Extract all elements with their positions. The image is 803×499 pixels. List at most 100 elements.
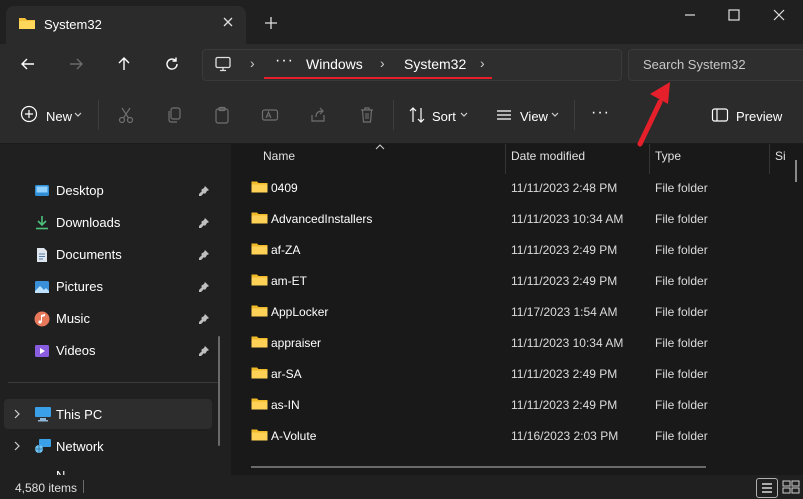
close-tab-icon[interactable]: [222, 16, 234, 28]
file-name[interactable]: appraiser: [271, 336, 321, 350]
sort-ascending-icon: [375, 144, 385, 150]
nav-label: Downloads: [56, 215, 121, 230]
back-arrow-icon[interactable]: [20, 56, 36, 72]
folder-icon: [251, 397, 268, 410]
nav-item-partial[interactable]: N...: [56, 468, 76, 475]
pin-icon[interactable]: [198, 217, 210, 229]
file-name[interactable]: as-IN: [271, 398, 300, 412]
breadcrumb-windows[interactable]: Windows: [306, 56, 363, 72]
file-name[interactable]: ar-SA: [271, 367, 302, 381]
chevron-right-icon[interactable]: ›: [250, 55, 255, 71]
file-type: File folder: [655, 398, 708, 412]
new-plus-icon[interactable]: [20, 105, 38, 123]
maximize-icon[interactable]: [727, 8, 741, 22]
annotation-underline: [264, 77, 492, 79]
file-date: 11/11/2023 2:49 PM: [511, 243, 618, 257]
column-header-date[interactable]: Date modified: [511, 149, 585, 163]
nav-label: This PC: [56, 407, 103, 422]
status-bar: [0, 475, 803, 499]
file-name[interactable]: am-ET: [271, 274, 307, 288]
pin-icon[interactable]: [198, 313, 210, 325]
preview-pane-icon[interactable]: [711, 106, 729, 124]
column-separator[interactable]: [649, 144, 650, 174]
column-header-size[interactable]: Si: [775, 149, 786, 163]
more-options-button[interactable]: ···: [591, 104, 610, 122]
tab-title: System32: [44, 17, 102, 32]
refresh-icon[interactable]: [164, 56, 180, 72]
file-name[interactable]: 0409: [271, 181, 298, 195]
chevron-right-icon[interactable]: ›: [380, 55, 385, 71]
forward-arrow-icon[interactable]: [68, 56, 84, 72]
rename-icon[interactable]: [261, 106, 279, 124]
file-date: 11/17/2023 1:54 AM: [511, 305, 618, 319]
pin-icon[interactable]: [198, 345, 210, 357]
pin-icon[interactable]: [198, 281, 210, 293]
file-date: 11/11/2023 2:49 PM: [511, 274, 618, 288]
chevron-right-icon[interactable]: [13, 409, 21, 419]
new-tab-icon[interactable]: [264, 16, 278, 30]
nav-label: Videos: [56, 343, 96, 358]
file-name[interactable]: A-Volute: [271, 429, 316, 443]
pin-icon[interactable]: [198, 249, 210, 261]
file-type: File folder: [655, 243, 708, 257]
chevron-right-icon[interactable]: ›: [480, 55, 485, 71]
preview-button[interactable]: Preview: [736, 109, 782, 124]
folder-icon: [251, 428, 268, 441]
file-name[interactable]: AdvancedInstallers: [271, 212, 372, 226]
chevron-down-icon[interactable]: [551, 112, 559, 118]
sort-icon[interactable]: [408, 106, 426, 124]
nav-label: Documents: [56, 247, 122, 262]
copy-icon[interactable]: [165, 106, 183, 124]
paste-icon[interactable]: [213, 106, 231, 124]
file-type: File folder: [655, 305, 708, 319]
nav-label: Desktop: [56, 183, 104, 198]
cut-icon[interactable]: [117, 106, 135, 124]
delete-icon[interactable]: [358, 106, 376, 124]
vertical-scrollbar[interactable]: [795, 160, 797, 182]
breadcrumb-system32[interactable]: System32: [404, 56, 466, 72]
folder-icon: [18, 16, 36, 30]
file-type: File folder: [655, 429, 708, 443]
this-pc-icon: [34, 406, 52, 422]
toolbar-separator: [393, 100, 394, 130]
folder-icon: [251, 273, 268, 286]
details-view-icon[interactable]: [756, 478, 778, 498]
view-button[interactable]: View: [520, 109, 548, 124]
download-icon: [34, 215, 50, 231]
horizontal-scrollbar[interactable]: [251, 466, 706, 468]
chevron-down-icon[interactable]: [460, 112, 468, 118]
column-header-type[interactable]: Type: [655, 149, 681, 163]
new-button[interactable]: New: [46, 109, 72, 124]
sort-button[interactable]: Sort: [432, 109, 456, 124]
network-icon: [34, 438, 52, 454]
file-date: 11/16/2023 2:03 PM: [511, 429, 619, 443]
file-name[interactable]: af-ZA: [271, 243, 300, 257]
minimize-icon[interactable]: [683, 8, 697, 22]
computer-icon[interactable]: [214, 56, 232, 72]
tab-system32[interactable]: [6, 6, 246, 44]
folder-icon: [251, 366, 268, 379]
chevron-down-icon[interactable]: [74, 112, 82, 118]
nav-item-network[interactable]: Network: [56, 439, 104, 454]
share-icon[interactable]: [309, 106, 327, 124]
videos-icon: [34, 343, 50, 359]
file-date: 11/11/2023 2:49 PM: [511, 398, 618, 412]
document-icon: [34, 247, 50, 263]
pin-icon[interactable]: [198, 185, 210, 197]
toolbar-separator: [98, 100, 99, 130]
file-name[interactable]: AppLocker: [271, 305, 328, 319]
breadcrumb-overflow[interactable]: ···: [275, 52, 294, 70]
view-icon[interactable]: [495, 106, 513, 124]
column-separator[interactable]: [769, 144, 770, 174]
column-separator[interactable]: [505, 144, 506, 174]
tiles-view-icon[interactable]: [782, 479, 800, 495]
file-type: File folder: [655, 336, 708, 350]
pictures-icon: [34, 279, 50, 295]
folder-icon: [251, 180, 268, 193]
chevron-right-icon[interactable]: [13, 441, 21, 451]
nav-scrollbar[interactable]: [218, 336, 220, 446]
column-header-name[interactable]: Name: [263, 149, 295, 163]
up-arrow-icon[interactable]: [116, 56, 132, 72]
close-window-icon[interactable]: [772, 8, 786, 22]
desktop-icon: [34, 183, 50, 199]
